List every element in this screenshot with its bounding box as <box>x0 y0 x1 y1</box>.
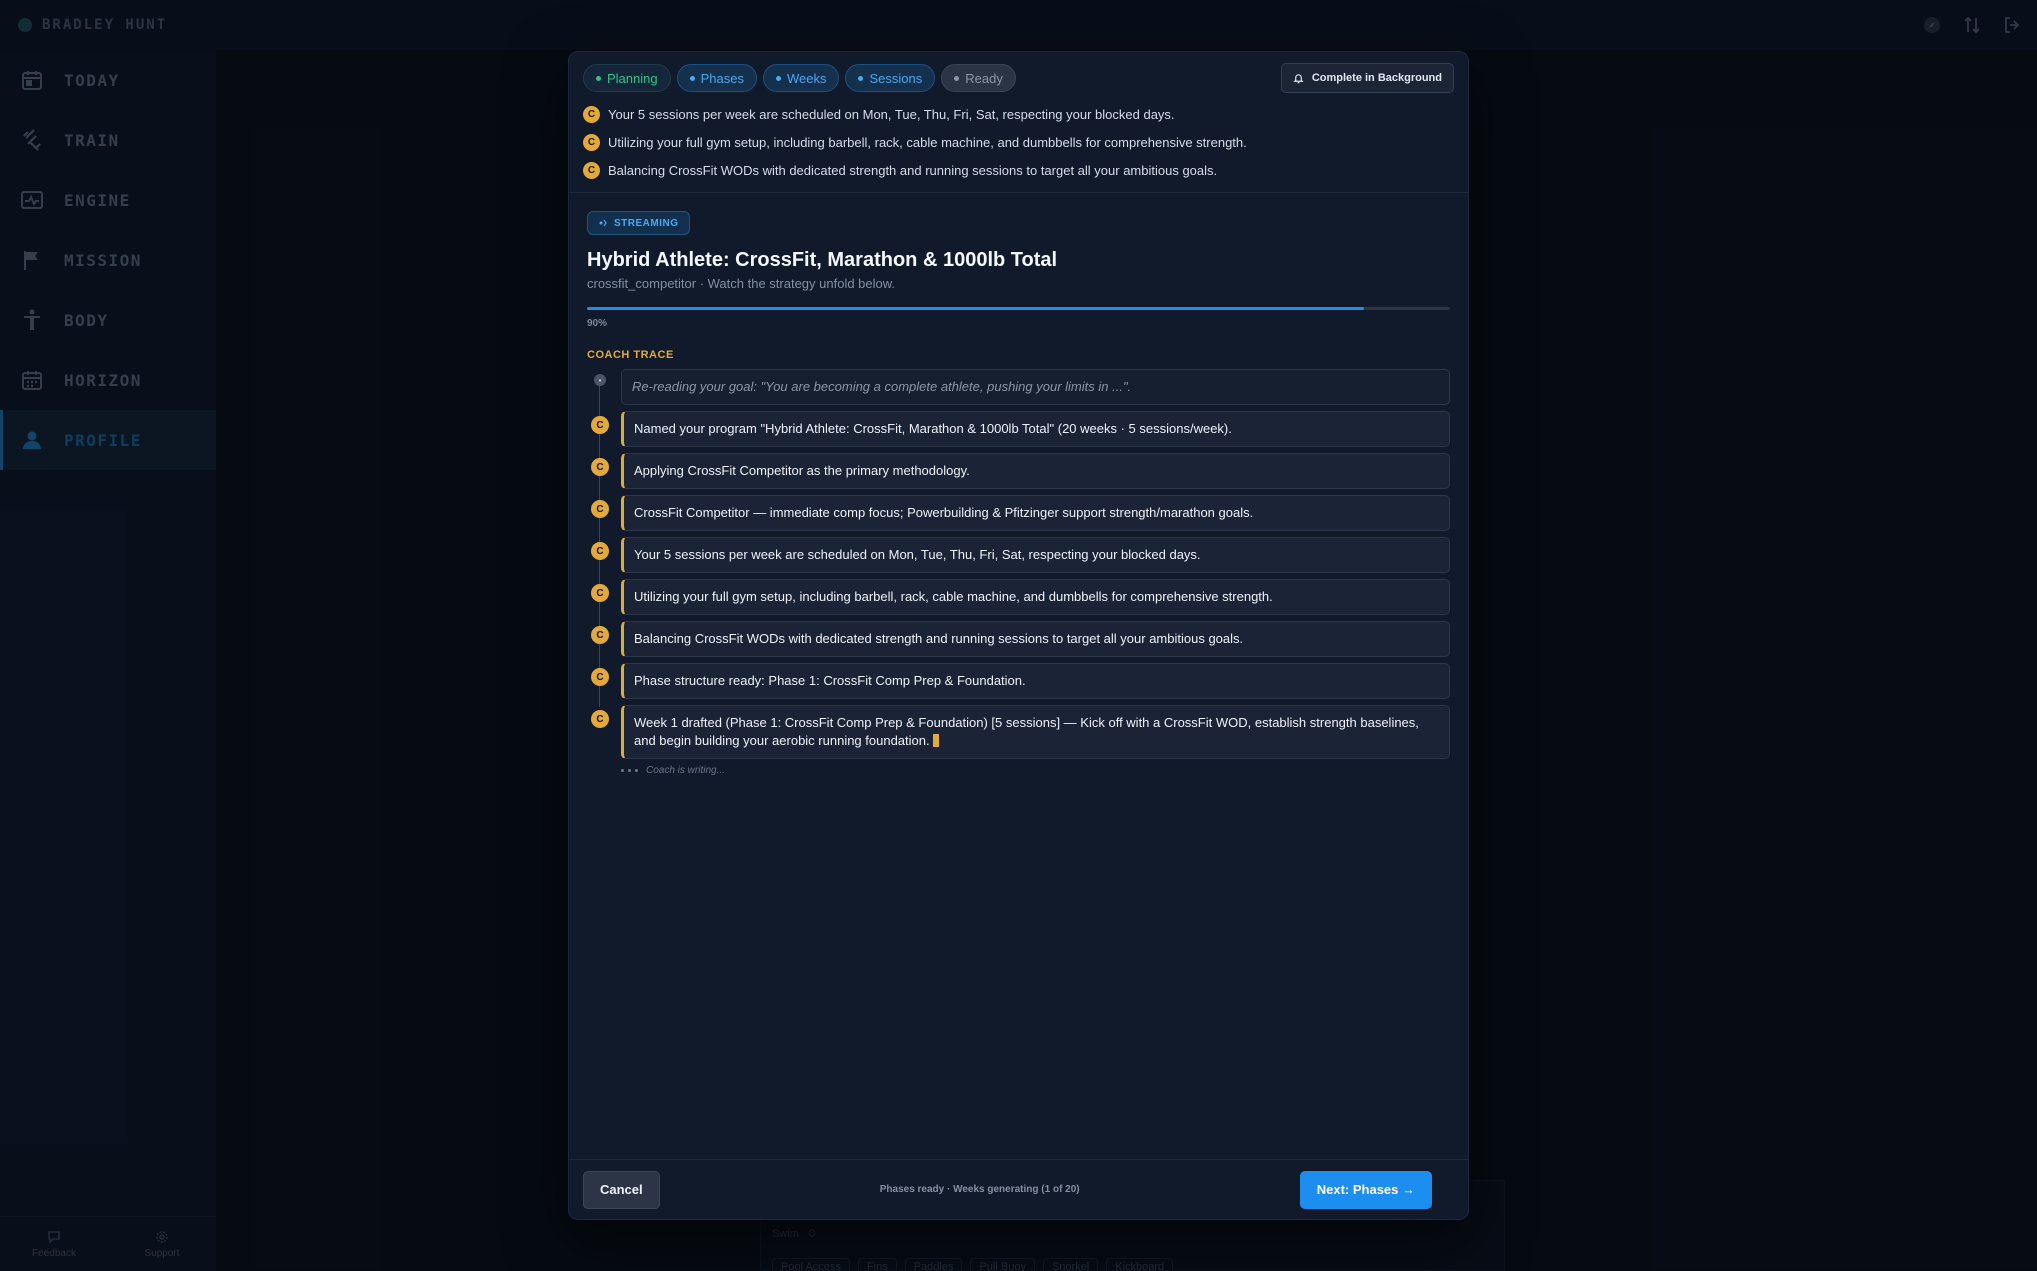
step-label: Planning <box>607 70 658 86</box>
coach-badge-icon: C <box>591 416 609 434</box>
coach-badge-icon: C <box>591 626 609 644</box>
trace-card: Re-reading your goal: "You are becoming … <box>621 369 1450 405</box>
trace-item: C Named your program "Hybrid Athlete: Cr… <box>587 411 1450 447</box>
coach-badge-icon: C <box>591 458 609 476</box>
status-dot <box>596 75 601 81</box>
trace-item: C Phase structure ready: Phase 1: CrossF… <box>587 663 1450 699</box>
trace-card: Your 5 sessions per week are scheduled o… <box>621 537 1450 573</box>
bell-icon <box>1293 73 1304 83</box>
trace-card: CrossFit Competitor — immediate comp foc… <box>621 495 1450 531</box>
progress-percent: 90% <box>587 318 608 329</box>
trace-card: Utilizing your full gym setup, including… <box>621 579 1450 615</box>
coach-badge-icon: C <box>583 161 600 179</box>
trace-text: Week 1 drafted (Phase 1: CrossFit Comp P… <box>634 715 1419 748</box>
trace-item: C Balancing CrossFit WODs with dedicated… <box>587 621 1450 657</box>
progress-bar <box>587 307 1450 310</box>
generation-status: Phases ready · Weeks generating (1 of 20… <box>879 1184 1080 1195</box>
step-ready[interactable]: Ready <box>941 64 1016 92</box>
system-dot-icon: • <box>594 374 606 386</box>
summary-item: C Your 5 sessions per week are scheduled… <box>583 100 1454 128</box>
writing-label: Coach is writing... <box>646 765 725 776</box>
status-dot <box>689 75 695 81</box>
typing-cursor <box>932 734 939 747</box>
trace-card: Applying CrossFit Competitor as the prim… <box>621 453 1450 489</box>
trace-item: C Applying CrossFit Competitor as the pr… <box>587 453 1450 489</box>
trace-card: Balancing CrossFit WODs with dedicated s… <box>621 621 1450 657</box>
coach-trace: • Re-reading your goal: "You are becomin… <box>587 369 1450 776</box>
trace-card: Named your program "Hybrid Athlete: Cros… <box>621 411 1450 447</box>
writing-indicator: Coach is writing... <box>621 765 1450 776</box>
step-planning[interactable]: Planning <box>583 64 671 92</box>
step-phases[interactable]: Phases <box>676 64 757 92</box>
trace-item: C Utilizing your full gym setup, includi… <box>587 579 1450 615</box>
step-label: Ready <box>965 70 1003 86</box>
typing-dots-icon <box>621 769 638 772</box>
step-label: Sessions <box>869 70 923 86</box>
coach-badge-icon: C <box>583 133 600 151</box>
step-sessions[interactable]: Sessions <box>845 64 936 92</box>
streaming-label: STREAMING <box>614 217 679 229</box>
trace-card-streaming: Week 1 drafted (Phase 1: CrossFit Comp P… <box>621 705 1450 759</box>
trace-item: C CrossFit Competitor — immediate comp f… <box>587 495 1450 531</box>
modal-footer: Cancel Phases ready · Weeks generating (… <box>569 1159 1468 1219</box>
step-weeks[interactable]: Weeks <box>762 64 840 92</box>
status-dot <box>775 75 781 81</box>
coach-badge-icon: C <box>591 584 609 602</box>
summary-text: Utilizing your full gym setup, including… <box>608 134 1247 150</box>
trace-item: C Week 1 drafted (Phase 1: CrossFit Comp… <box>587 705 1450 759</box>
status-dot <box>858 75 864 81</box>
summary-item: C Balancing CrossFit WODs with dedicated… <box>583 156 1454 184</box>
program-subtitle: crossfit_competitor · Watch the strategy… <box>587 276 896 291</box>
coach-trace-heading: COACH TRACE <box>587 349 674 361</box>
coach-badge-icon: C <box>591 668 609 686</box>
summary-text: Your 5 sessions per week are scheduled o… <box>608 106 1175 122</box>
cancel-button[interactable]: Cancel <box>583 1170 660 1209</box>
trace-card: Phase structure ready: Phase 1: CrossFit… <box>621 663 1450 699</box>
complete-in-background-label: Complete in Background <box>1311 72 1442 84</box>
step-label: Weeks <box>786 70 827 86</box>
streaming-badge: STREAMING <box>587 211 690 235</box>
trace-item: C Your 5 sessions per week are scheduled… <box>587 537 1450 573</box>
summary-item: C Utilizing your full gym setup, includi… <box>583 128 1454 156</box>
step-label: Phases <box>700 70 744 86</box>
coach-badge-icon: C <box>583 105 600 123</box>
complete-in-background-button[interactable]: Complete in Background <box>1280 63 1454 93</box>
step-progress: Planning Phases Weeks Sessions Ready Com… <box>583 62 1454 94</box>
broadcast-icon <box>599 219 607 227</box>
next-phases-button[interactable]: Next: Phases → <box>1299 1170 1432 1209</box>
coach-badge-icon: C <box>591 542 609 560</box>
coach-badge-icon: C <box>591 710 609 728</box>
progress-fill <box>587 307 1364 310</box>
program-title: Hybrid Athlete: CrossFit, Marathon & 100… <box>587 249 1058 271</box>
coach-badge-icon: C <box>591 500 609 518</box>
program-generation-modal: Planning Phases Weeks Sessions Ready Com… <box>568 51 1469 1220</box>
trace-item: • Re-reading your goal: "You are becomin… <box>587 369 1450 405</box>
summary-text: Balancing CrossFit WODs with dedicated s… <box>608 162 1218 178</box>
summary-list: C Your 5 sessions per week are scheduled… <box>583 100 1454 192</box>
status-dot <box>954 75 960 81</box>
